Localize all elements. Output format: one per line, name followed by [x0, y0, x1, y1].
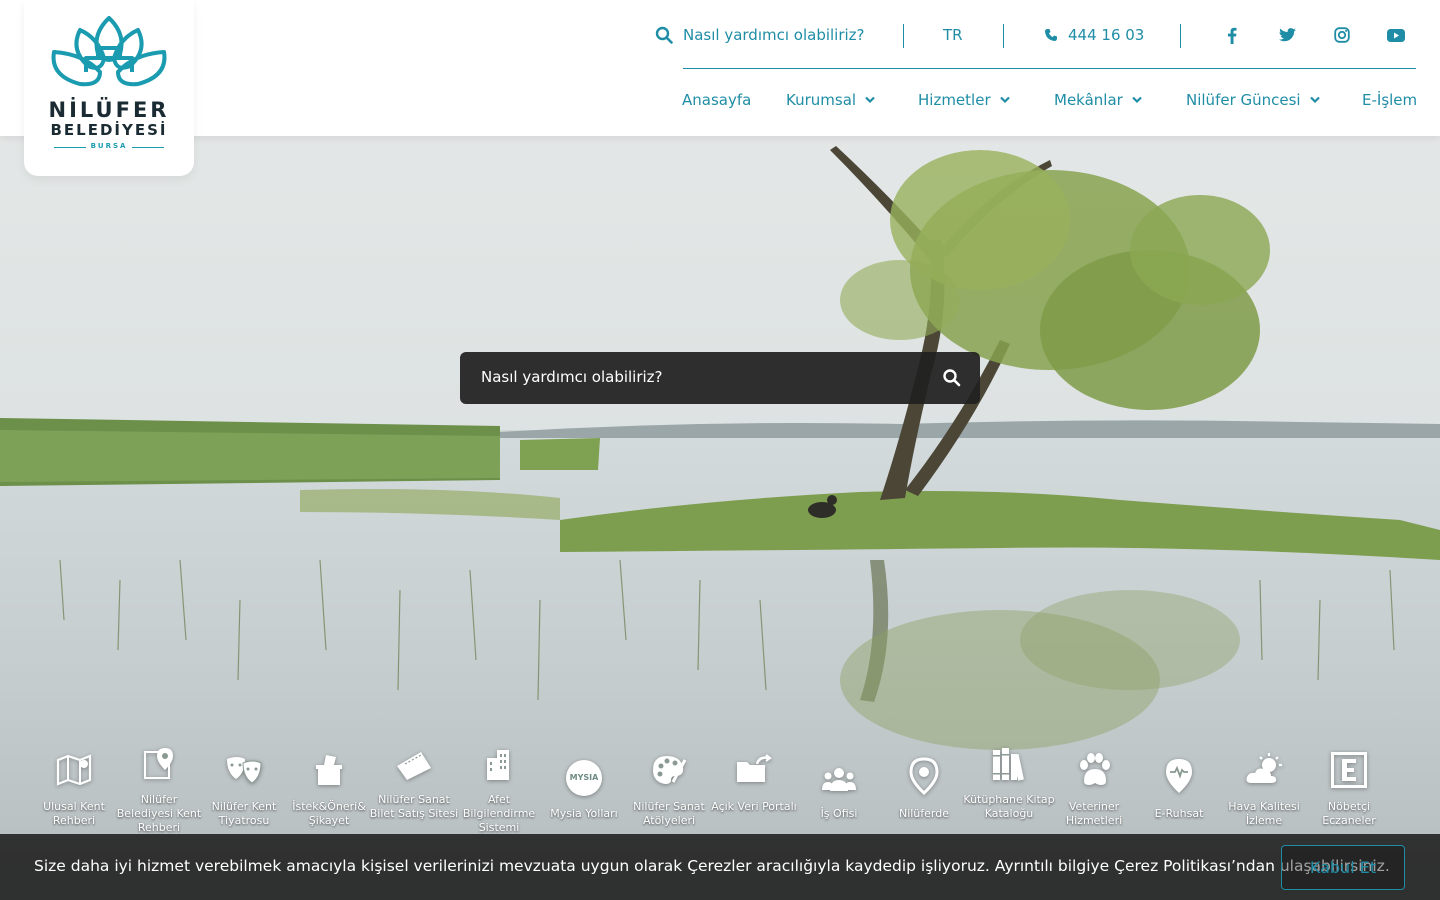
quick-link[interactable]: Nilüfer Belediyesi Kent Rehberi: [117, 742, 201, 834]
chevron-down-icon: [865, 96, 875, 104]
quick-link[interactable]: İş Ofisi: [797, 742, 881, 834]
quick-link[interactable]: Afet Bilgilendirme Sistemi: [457, 742, 541, 834]
divider: [1003, 24, 1004, 48]
search-icon: [655, 26, 673, 44]
quick-link-label: Ulusal Kent Rehberi: [43, 800, 105, 827]
divider: [903, 24, 904, 48]
quick-link-label: Mysia Yolları: [550, 807, 618, 820]
hero-search[interactable]: Nasıl yardımcı olabiliriz?: [460, 352, 980, 404]
nav-item-e-islem[interactable]: E-İşlem: [1362, 88, 1417, 112]
divider: [1180, 24, 1181, 48]
cookie-message: Size daha iyi hizmet verebilmek amacıyla…: [34, 857, 1390, 875]
nav-item-mekanlar[interactable]: Mekânlar: [1054, 88, 1143, 112]
quick-link-label: Nilüferde: [898, 807, 950, 820]
chevron-down-icon: [999, 96, 1010, 104]
pharmacy-e-icon: [1329, 750, 1369, 790]
youtube-icon[interactable]: [1386, 25, 1406, 45]
quick-link[interactable]: Hava Kalitesi İzleme: [1222, 742, 1306, 834]
site-header: NİLÜFER BELEDİYESİ BURSA Nasıl yardımcı …: [0, 0, 1440, 176]
folder-icon: [734, 750, 774, 790]
nav-item-kurumsal[interactable]: Kurumsal: [786, 88, 876, 112]
language-switch[interactable]: TR: [943, 22, 963, 48]
quick-link[interactable]: Ulusal Kent Rehberi: [32, 742, 116, 834]
quick-link-label: Nilüfer Belediyesi Kent Rehberi: [116, 793, 202, 834]
quick-link-label: Nilüfer Sanat Bilet Satış Sitesi: [369, 793, 459, 820]
quick-link[interactable]: Nilüfer Kent Tiyatrosu: [202, 742, 286, 834]
map-pin-icon: [139, 744, 179, 784]
instagram-icon[interactable]: [1332, 25, 1352, 45]
quick-link-label: Nilüfer Sanat Atölyeleri: [633, 800, 705, 827]
phone-link[interactable]: 444 16 03: [1044, 22, 1144, 48]
quick-link[interactable]: Açık Veri Portalı: [711, 742, 797, 834]
nav-label: Hizmetler: [918, 91, 991, 109]
quick-link[interactable]: Nilüfer Sanat Bilet Satış Sitesi: [370, 742, 458, 834]
palette-icon: [649, 750, 689, 790]
utility-bar: Nasıl yardımcı olabiliriz? TR 444 16 03: [0, 22, 1440, 48]
weather-icon: [1244, 750, 1284, 790]
quick-link[interactable]: E-Ruhsat: [1137, 742, 1221, 834]
nav-label: Mekânlar: [1054, 91, 1123, 109]
quick-link-label: İstek&Öneri& Şikayet: [292, 800, 366, 827]
quick-links: Ulusal Kent Rehberi Nilüfer Belediyesi K…: [32, 742, 1432, 834]
quick-link-label: Nilüfer Kent Tiyatrosu: [211, 800, 277, 827]
logo-name-line2: BELEDİYESİ: [50, 121, 168, 139]
nav-item-nilufer-guncesi[interactable]: Nilüfer Güncesi: [1186, 88, 1321, 112]
map-icon: [54, 750, 94, 790]
quick-link[interactable]: Nilüfer Sanat Atölyeleri: [627, 742, 711, 834]
phone-icon: [1045, 29, 1057, 41]
twitter-icon[interactable]: [1277, 25, 1297, 45]
cookie-banner: Size daha iyi hizmet verebilmek amacıyla…: [0, 834, 1440, 900]
quick-link-label: Nöbetçi Eczaneler: [1322, 800, 1376, 827]
ballot-box-icon: [309, 750, 349, 790]
quick-link-label: Afet Bilgilendirme Sistemi: [462, 793, 536, 834]
quick-link[interactable]: İstek&Öneri& Şikayet: [287, 742, 371, 834]
svg-text:MYSIA: MYSIA: [570, 773, 599, 782]
theatre-masks-icon: [224, 750, 264, 790]
quick-link-label: Hava Kalitesi İzleme: [1228, 800, 1300, 827]
nav-label: Anasayfa: [682, 91, 752, 109]
people-icon: [819, 760, 859, 800]
facebook-icon[interactable]: [1222, 25, 1242, 45]
header-search-label: Nasıl yardımcı olabiliriz?: [683, 26, 865, 44]
chevron-down-icon: [1309, 96, 1320, 104]
nav-item-hizmetler[interactable]: Hizmetler: [918, 88, 1011, 112]
nav-item-anasayfa[interactable]: Anasayfa: [682, 88, 751, 112]
books-icon: [989, 744, 1029, 784]
quick-link[interactable]: Kütüphane Kitap Kataloğu: [963, 742, 1055, 834]
building-icon: [479, 744, 519, 784]
paw-icon: [1074, 750, 1114, 790]
quick-link-label: Veteriner Hizmetleri: [1065, 800, 1123, 827]
quick-link[interactable]: Nilüferde: [882, 742, 966, 834]
mysia-badge-icon: MYSIA: [564, 758, 604, 798]
language-label: TR: [943, 26, 963, 44]
logo-city: BURSA: [54, 142, 164, 154]
pulse-pin-icon: [1159, 756, 1199, 796]
chevron-down-icon: [1132, 96, 1142, 104]
main-nav: Anasayfa Kurumsal Hizmetler Mekânlar Nil…: [0, 88, 1440, 112]
accept-cookies-button[interactable]: Kabul Et: [1281, 845, 1405, 890]
quick-link-label: Kütüphane Kitap Kataloğu: [963, 793, 1055, 820]
quick-link-label: E-Ruhsat: [1154, 807, 1204, 820]
header-search-link[interactable]: Nasıl yardımcı olabiliriz?: [655, 22, 865, 48]
nav-label: Kurumsal: [786, 91, 857, 109]
quick-link[interactable]: Nöbetçi Eczaneler: [1307, 742, 1391, 834]
nav-label: Nilüfer Güncesi: [1186, 91, 1301, 109]
quick-link-label: İş Ofisi: [820, 807, 858, 820]
nav-label: E-İşlem: [1362, 91, 1418, 109]
phone-number: 444 16 03: [1068, 26, 1145, 44]
location-icon: [904, 756, 944, 796]
header-divider: [683, 68, 1416, 69]
ticket-icon: [394, 746, 434, 786]
hero-search-input[interactable]: Nasıl yardımcı olabiliriz?: [481, 368, 663, 386]
search-icon[interactable]: [942, 368, 962, 388]
quick-link[interactable]: Veteriner Hizmetleri: [1052, 742, 1136, 834]
quick-link-label: Açık Veri Portalı: [711, 800, 797, 813]
quick-link[interactable]: MYSIA Mysia Yolları: [542, 742, 626, 834]
